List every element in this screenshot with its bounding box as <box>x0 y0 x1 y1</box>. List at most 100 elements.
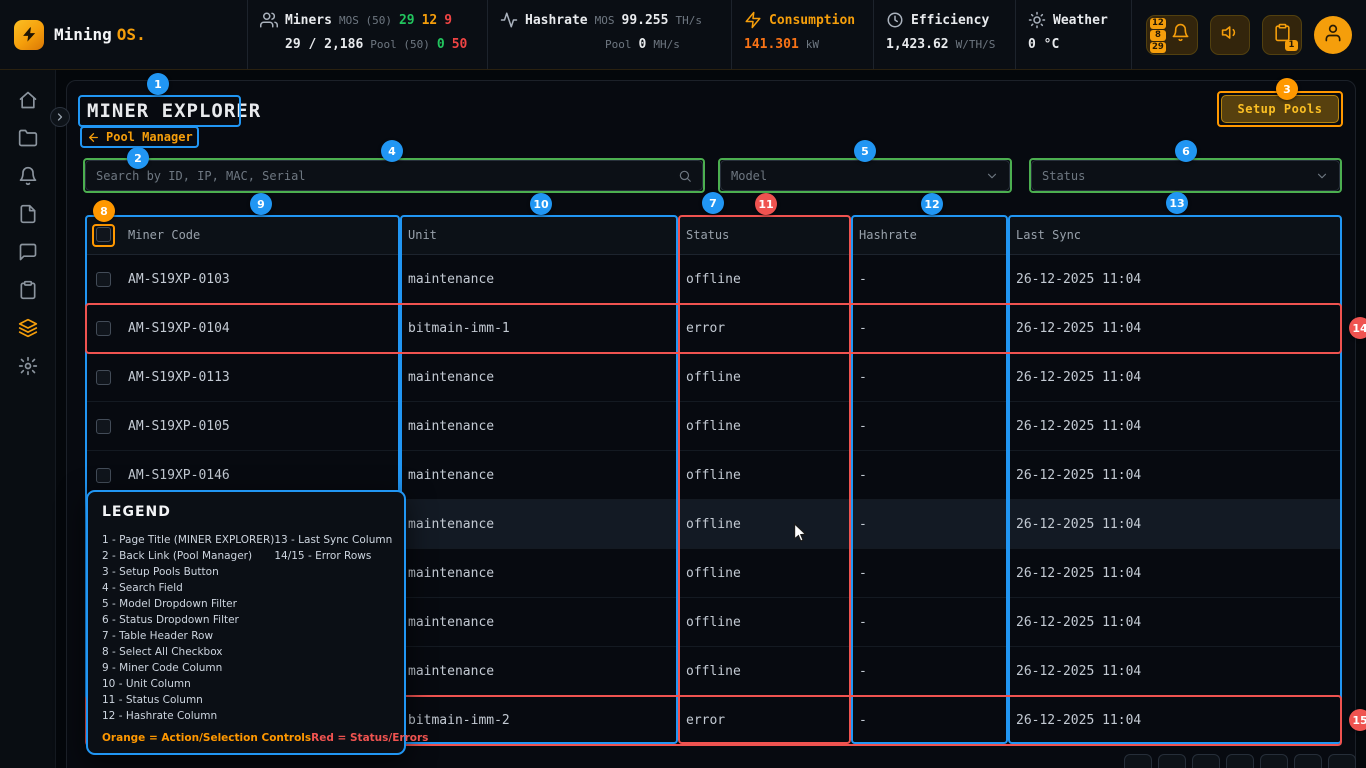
pagination-button[interactable] <box>1158 754 1186 768</box>
consumption-value: 141.301 <box>744 37 799 52</box>
topbar-weather-section: Weather 0 °C <box>1015 0 1127 69</box>
hashrate-pool-unit: MH/s <box>653 38 680 51</box>
status-filter-dropdown[interactable]: Status <box>1031 160 1340 191</box>
table-row[interactable]: AM-S19XP-0104bitmain-imm-1error-26-12-20… <box>85 304 1342 353</box>
legend-item: 13 - Last Sync Column <box>274 532 392 548</box>
weather-label: Weather <box>1053 13 1108 28</box>
hashrate-cell: - <box>851 517 1008 532</box>
hashrate-cell: - <box>851 566 1008 581</box>
sidebar-item-folder[interactable] <box>18 128 38 148</box>
status-cell: error <box>678 713 851 728</box>
legend-items-right: 13 - Last Sync Column14/15 - Error Rows <box>274 532 392 724</box>
hashrate-cell: - <box>851 664 1008 679</box>
status-filter-value: Status <box>1042 169 1085 183</box>
mute-button[interactable] <box>1210 15 1250 55</box>
consumption-label: Consumption <box>769 13 855 28</box>
sidebar-item-notifications[interactable] <box>18 166 38 186</box>
tasks-button[interactable]: 1 <box>1262 15 1302 55</box>
row-checkbox[interactable] <box>96 272 111 287</box>
legend-footer: Orange = Action/Selection Controls Red =… <box>102 732 394 744</box>
tasks-icon <box>18 280 38 300</box>
unit-cell: maintenance <box>400 664 678 679</box>
sidebar-item-settings[interactable] <box>18 356 38 376</box>
status-cell: offline <box>678 566 851 581</box>
hashrate-cell: - <box>851 713 1008 728</box>
back-link-pool-manager[interactable]: Pool Manager <box>87 130 193 144</box>
miners-pool-online: 0 <box>437 37 445 52</box>
last-sync-cell: 26-12-2025 11:04 <box>1008 370 1342 385</box>
legend-item: 14/15 - Error Rows <box>274 548 392 564</box>
notifications-icon <box>18 166 38 186</box>
select-all-checkbox[interactable] <box>96 227 111 242</box>
efficiency-value: 1,423.62 <box>886 37 949 52</box>
hashrate-cell: - <box>851 615 1008 630</box>
hashrate-mos-unit: TH/s <box>675 14 702 27</box>
row-checkbox[interactable] <box>96 370 111 385</box>
topbar-miners-section: Miners MOS (50) 29 12 9 29 / 2,186 Pool … <box>247 0 487 69</box>
header-last-sync[interactable]: Last Sync <box>1008 228 1342 242</box>
header-hashrate[interactable]: Hashrate <box>851 228 1008 242</box>
row-checkbox-cell <box>85 468 120 483</box>
weather-value: 0 °C <box>1028 37 1059 52</box>
pagination-button[interactable] <box>1328 754 1356 768</box>
legend-title: LEGEND <box>102 504 390 520</box>
row-checkbox[interactable] <box>96 321 111 336</box>
sidebar-item-pools[interactable] <box>18 318 38 338</box>
home-icon <box>18 90 38 110</box>
last-sync-cell: 26-12-2025 11:04 <box>1008 272 1342 287</box>
profile-button[interactable] <box>1314 16 1352 54</box>
pagination-button[interactable] <box>1192 754 1220 768</box>
header-unit[interactable]: Unit <box>400 228 678 242</box>
header-miner-code[interactable]: Miner Code <box>120 228 400 242</box>
unit-cell: maintenance <box>400 370 678 385</box>
miner-code-cell: AM-S19XP-0103 <box>120 272 400 287</box>
folder-icon <box>18 128 38 148</box>
chevron-down-icon <box>985 169 999 183</box>
sidebar-item-tasks[interactable] <box>18 280 38 300</box>
table-row[interactable]: AM-S19XP-0103maintenanceoffline-26-12-20… <box>85 255 1342 304</box>
hashrate-icon <box>500 11 518 29</box>
header-status[interactable]: Status <box>678 228 851 242</box>
model-filter-value: Model <box>731 169 767 183</box>
notification-badge: 8 <box>1150 30 1166 41</box>
consumption-icon <box>744 11 762 29</box>
table-row[interactable]: AM-S19XP-0113maintenanceoffline-26-12-20… <box>85 353 1342 402</box>
settings-icon <box>18 356 38 376</box>
miners-mos-label: MOS (50) <box>339 14 392 27</box>
pagination-button[interactable] <box>1294 754 1322 768</box>
chevron-right-icon <box>54 111 66 123</box>
sidebar-item-chat[interactable] <box>18 242 38 262</box>
pagination-button[interactable] <box>1260 754 1288 768</box>
miners-mos-warning: 12 <box>422 13 438 28</box>
miners-icon <box>260 11 278 29</box>
page-title: MINER EXPLORER <box>87 100 261 122</box>
topbar-hashrate-section: Hashrate MOS 99.255 TH/s Pool 0 MH/s <box>487 0 731 69</box>
miners-total: 29 / 2,186 <box>285 37 363 52</box>
model-filter-dropdown[interactable]: Model <box>720 160 1010 191</box>
unit-cell: maintenance <box>400 615 678 630</box>
sidebar-item-home[interactable] <box>18 90 38 110</box>
hashrate-cell: - <box>851 321 1008 336</box>
hashrate-mos-value: 99.255 <box>622 13 669 28</box>
status-cell: error <box>678 321 851 336</box>
last-sync-cell: 26-12-2025 11:04 <box>1008 517 1342 532</box>
select-all-cell <box>85 227 120 242</box>
notifications-button[interactable]: 12 8 29 <box>1146 15 1198 55</box>
setup-pools-button[interactable]: Setup Pools <box>1221 95 1339 123</box>
miner-code-cell: AM-S19XP-0146 <box>120 468 400 483</box>
legend-item: 4 - Search Field <box>102 580 274 596</box>
sidebar-item-logs[interactable] <box>18 204 38 224</box>
table-row[interactable]: AM-S19XP-0105maintenanceoffline-26-12-20… <box>85 402 1342 451</box>
search-icon <box>678 169 692 183</box>
row-checkbox[interactable] <box>96 419 111 434</box>
search-input[interactable] <box>96 169 678 183</box>
pagination-button[interactable] <box>1124 754 1152 768</box>
hashrate-pool-value: 0 <box>639 37 647 52</box>
pagination-button[interactable] <box>1226 754 1254 768</box>
legend-item: 8 - Select All Checkbox <box>102 644 274 660</box>
sidebar-expand-button[interactable] <box>50 107 70 127</box>
row-checkbox[interactable] <box>96 468 111 483</box>
search-field[interactable] <box>85 160 703 191</box>
consumption-unit: kW <box>806 38 819 51</box>
miners-mos-online: 29 <box>399 13 415 28</box>
